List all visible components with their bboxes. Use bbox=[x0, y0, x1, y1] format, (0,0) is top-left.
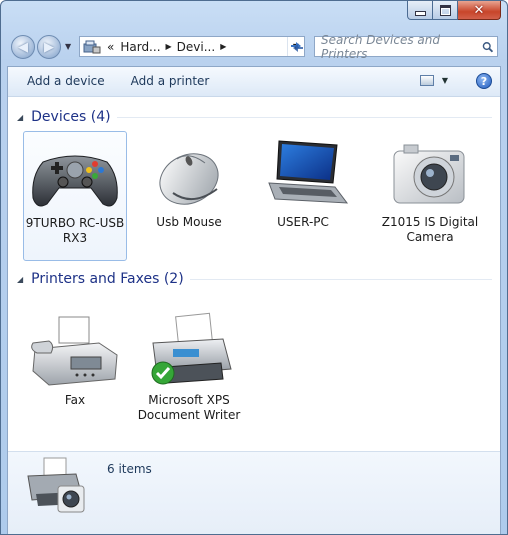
group-title: Devices (4) bbox=[31, 109, 111, 125]
help-icon[interactable]: ? bbox=[476, 73, 492, 89]
address-bar[interactable]: « Hard... ▶ Devi... ▶ ▼ bbox=[79, 36, 305, 57]
gamepad-icon bbox=[32, 155, 118, 207]
camera-icon bbox=[393, 144, 465, 204]
history-dropdown-icon[interactable]: ▼ bbox=[65, 42, 71, 51]
breadcrumb-overflow[interactable]: « bbox=[104, 40, 117, 54]
item-count: 6 items bbox=[107, 462, 152, 476]
navigation-bar: ◀ ▶ ▼ « Hard... ▶ Devi... ▶ ▼ Search Dev… bbox=[9, 33, 499, 61]
add-printer-button[interactable]: Add a printer bbox=[118, 67, 223, 96]
details-pane: 6 items bbox=[8, 451, 500, 534]
minimize-icon bbox=[414, 10, 426, 16]
collapse-icon[interactable]: ◢ bbox=[17, 113, 23, 122]
forward-button[interactable]: ▶ bbox=[37, 35, 61, 59]
caption-buttons: ✕ bbox=[407, 1, 501, 21]
refresh-icon bbox=[291, 41, 303, 52]
refresh-button[interactable] bbox=[285, 36, 309, 57]
device-label: Usb Mouse bbox=[156, 215, 222, 229]
collapse-icon[interactable]: ◢ bbox=[17, 275, 23, 284]
breadcrumb-item-hardware[interactable]: Hard... bbox=[117, 40, 163, 54]
chevron-right-icon[interactable]: ▶ bbox=[164, 42, 174, 51]
group-header-printers[interactable]: ◢ Printers and Faxes (2) bbox=[8, 269, 500, 289]
printer-label: Microsoft XPS Document Writer bbox=[137, 393, 241, 422]
change-view-button[interactable]: ▼ bbox=[419, 75, 448, 86]
device-item-gamepad[interactable]: 9TURBO RC-USB RX3 bbox=[23, 131, 127, 261]
devices-and-printers-icon bbox=[27, 457, 85, 513]
forward-arrow-icon: ▶ bbox=[44, 39, 54, 55]
views-icon bbox=[419, 75, 434, 86]
group-header-devices[interactable]: ◢ Devices (4) bbox=[8, 107, 500, 127]
back-arrow-icon: ◀ bbox=[18, 39, 28, 55]
laptop-icon bbox=[268, 140, 349, 204]
group-title: Printers and Faxes (2) bbox=[31, 271, 184, 287]
command-bar: Add a device Add a printer ▼ ? bbox=[8, 67, 500, 97]
client-area: Add a device Add a printer ▼ ? ◢ Devices… bbox=[7, 66, 501, 534]
minimize-button[interactable] bbox=[407, 1, 433, 20]
device-label: 9TURBO RC-USB RX3 bbox=[25, 216, 125, 245]
device-list: ◢ Devices (4) 9TURBO RC-USB RX3 Usb Mous… bbox=[8, 97, 500, 452]
search-placeholder: Search Devices and Printers bbox=[321, 32, 440, 61]
search-box[interactable]: Search Devices and Printers bbox=[314, 33, 498, 61]
device-label: USER-PC bbox=[277, 215, 329, 229]
close-icon: ✕ bbox=[473, 2, 485, 18]
search-icon[interactable] bbox=[482, 41, 493, 53]
explorer-window: ✕ ◀ ▶ ▼ « Hard... ▶ Devi... ▶ ▼ Sea bbox=[0, 0, 508, 535]
control-panel-icon bbox=[83, 40, 101, 53]
breadcrumb-item-devices[interactable]: Devi... bbox=[174, 40, 219, 54]
default-printer-check-icon bbox=[151, 361, 175, 385]
device-item-camera[interactable]: Z1015 IS Digital Camera bbox=[378, 131, 482, 261]
add-device-button[interactable]: Add a device bbox=[8, 67, 118, 96]
device-item-computer[interactable]: USER-PC bbox=[251, 131, 355, 261]
group-divider bbox=[189, 278, 492, 280]
chevron-down-icon: ▼ bbox=[441, 76, 448, 85]
device-label: Z1015 IS Digital Camera bbox=[381, 215, 479, 244]
mouse-icon bbox=[159, 153, 219, 205]
group-divider bbox=[116, 116, 492, 118]
maximize-icon bbox=[439, 4, 451, 16]
close-button[interactable]: ✕ bbox=[458, 1, 501, 20]
back-button[interactable]: ◀ bbox=[11, 35, 35, 59]
chevron-right-icon[interactable]: ▶ bbox=[218, 42, 228, 51]
printer-item-fax[interactable]: Fax bbox=[23, 309, 127, 421]
fax-icon bbox=[31, 316, 118, 386]
printer-label: Fax bbox=[64, 393, 86, 407]
printer-item-xps[interactable]: Microsoft XPS Document Writer bbox=[137, 309, 241, 422]
maximize-button[interactable] bbox=[433, 1, 458, 20]
device-item-mouse[interactable]: Usb Mouse bbox=[137, 131, 241, 261]
